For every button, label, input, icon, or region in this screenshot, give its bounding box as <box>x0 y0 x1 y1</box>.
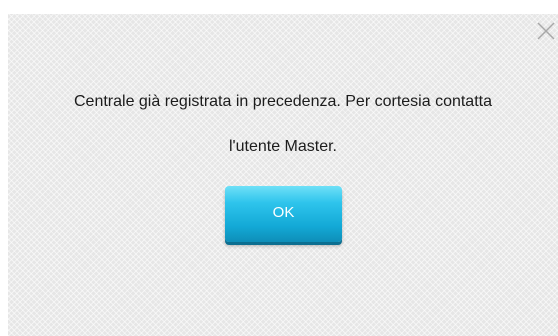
dialog-message-line-1: Centrale già registrata in precedenza. P… <box>73 93 492 110</box>
dialog-message-line-2: l'utente Master. <box>229 138 337 155</box>
close-button[interactable] <box>535 20 557 42</box>
ok-button[interactable]: OK <box>225 186 342 242</box>
close-icon <box>537 22 555 40</box>
alert-dialog: Centrale già registrata in precedenza. P… <box>8 14 558 336</box>
